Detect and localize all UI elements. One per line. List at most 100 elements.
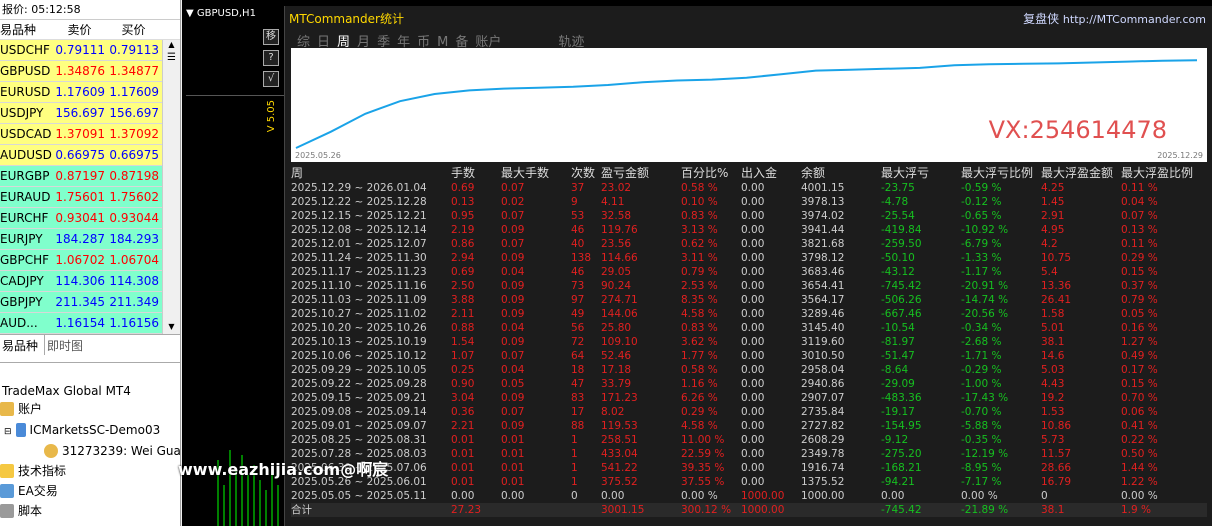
tab-symbols[interactable]: 易品种 (0, 335, 46, 355)
cell: 出入金 (741, 166, 778, 180)
cell: 0.90 (451, 378, 475, 390)
nav-account[interactable]: 31273239: Wei Gua (44, 441, 180, 461)
symbol-bid: 156.697 (55, 106, 105, 120)
cell: 0.00 (741, 392, 765, 404)
nav-indicators-label: 技术指标 (18, 464, 67, 478)
symbol-row[interactable]: GBPCHF 1.06702 1.06704 (0, 250, 162, 271)
nav-server[interactable]: ⊟ ICMarketsSC-Demo03 (4, 420, 160, 440)
scroll-up-icon[interactable]: ▲ (163, 40, 180, 52)
market-watch-header: 易品种 卖价 买价 (0, 20, 180, 40)
symbol-name: GBPJPY (0, 295, 43, 309)
help-button[interactable]: ? (263, 50, 279, 66)
cell: -4.78 (881, 196, 909, 208)
symbol-row[interactable]: EURUSD 1.17609 1.17609 (0, 82, 162, 103)
symbol-row[interactable]: CADJPY 114.306 114.308 (0, 271, 162, 292)
cell: 2025.10.13 ~ 2025.10.19 (291, 336, 427, 348)
nav-ea[interactable]: EA交易 (0, 481, 58, 501)
symbol-row[interactable]: AUD... 1.16154 1.16156 (0, 313, 162, 334)
menu-icon[interactable]: ☰ (163, 52, 180, 66)
symbol-row[interactable]: USDCAD 1.37091 1.37092 (0, 124, 162, 145)
table-row: 2025.12.01 ~ 2025.12.07 0.86 0.07 40 23.56 0.… (291, 237, 1207, 251)
symbol-bid: 184.287 (55, 232, 105, 246)
cell: 37 (571, 182, 585, 194)
col-ask[interactable]: 买价 (108, 20, 162, 39)
mt-brand[interactable]: 复盘侠 http://MTCommander.com (1023, 10, 1206, 27)
table-row: 2025.11.17 ~ 2025.11.23 0.69 0.04 46 29.05 0.… (291, 265, 1207, 279)
cell: 2.19 (451, 224, 475, 236)
cell: 2727.82 (801, 420, 845, 432)
symbol-row[interactable]: USDCHF 0.79111 0.79113 (0, 40, 162, 61)
cell: 64 (571, 350, 585, 362)
cell: -2.68 % (961, 336, 1002, 348)
symbol-bid: 0.93041 (55, 211, 105, 225)
cell: 最大浮亏比例 (961, 166, 1034, 180)
symbol-row[interactable]: EURAUD 1.75601 1.75602 (0, 187, 162, 208)
table-row: 2025.10.27 ~ 2025.11.02 2.11 0.09 49 144.06 4… (291, 307, 1207, 321)
table-row: 2025.11.10 ~ 2025.11.16 2.50 0.09 73 90.24 2.… (291, 279, 1207, 293)
col-bid[interactable]: 卖价 (54, 20, 108, 39)
table-row: 2025.09.08 ~ 2025.09.14 0.36 0.07 17 8.02 0.2… (291, 405, 1207, 419)
cell: 手数 (451, 166, 476, 180)
symbol-row[interactable]: AUDUSD 0.66975 0.66975 (0, 145, 162, 166)
cell: 0.88 (451, 322, 475, 334)
cell: 0.01 (451, 462, 475, 474)
move-button[interactable]: 移 (263, 29, 279, 45)
cell: 0.00 (741, 322, 765, 334)
cell: 0.05 (501, 378, 525, 390)
cell: 0.00 % (681, 490, 718, 502)
scroll-down-icon[interactable]: ▼ (163, 322, 180, 334)
nav-accounts[interactable]: 账户 (0, 399, 42, 419)
cell: 0.36 (451, 406, 475, 418)
cell: 5.01 (1041, 322, 1065, 334)
equity-plot: 2025.05.26 2025.12.29 VX:254614478 (291, 48, 1207, 162)
cell: 3001.15 (601, 504, 645, 516)
cell: -12.19 % (961, 448, 1009, 460)
cell: 171.23 (601, 392, 638, 404)
nav-indicators[interactable]: 技术指标 (0, 461, 66, 481)
symbol-name: EURAUD (0, 190, 51, 204)
cell: 46 (571, 224, 585, 236)
table-row: 2025.12.08 ~ 2025.12.14 2.19 0.09 46 119.76 3… (291, 223, 1207, 237)
nav-root[interactable]: TradeMax Global MT4 (2, 381, 131, 401)
cell: 1 (571, 434, 578, 446)
symbol-row[interactable]: EURJPY 184.287 184.293 (0, 229, 162, 250)
cell: 0.13 % (1121, 224, 1158, 236)
symbol-row[interactable]: GBPJPY 211.345 211.349 (0, 292, 162, 313)
cell: 2.21 (451, 420, 475, 432)
symbol-row[interactable]: EURCHF 0.93041 0.93044 (0, 208, 162, 229)
symbol-name: USDCAD (0, 127, 52, 141)
market-watch-scrollbar[interactable]: ▲ ☰ ▼ (162, 40, 180, 334)
table-row: 2025.10.13 ~ 2025.10.19 1.54 0.09 72 109.10 3… (291, 335, 1207, 349)
cell: 1.54 (451, 336, 475, 348)
nav-scripts[interactable]: 脚本 (0, 501, 42, 521)
cell: 2025.09.08 ~ 2025.09.14 (291, 406, 427, 418)
cell: 8.02 (601, 406, 625, 418)
cell: 541.22 (601, 462, 638, 474)
cell: 1916.74 (801, 462, 845, 474)
cell: 0.11 % (1121, 182, 1158, 194)
symbol-row[interactable]: EURGBP 0.87197 0.87198 (0, 166, 162, 187)
tab-tick-chart[interactable]: 即时图 (45, 335, 89, 355)
cell: 0.00 (881, 490, 905, 502)
cell: 33.79 (601, 378, 632, 390)
chart-window[interactable]: ▼ GBPUSD,H1 移 ? √ V 5.05 MTCommander统计 复… (182, 0, 1212, 526)
cell: 2025.05.05 ~ 2025.05.11 (291, 490, 427, 502)
col-symbol[interactable]: 易品种 (0, 20, 54, 39)
cell: 1 (571, 448, 578, 460)
brand-url[interactable]: http://MTCommander.com (1063, 13, 1206, 26)
server-icon (15, 423, 26, 437)
cell: 余额 (801, 166, 826, 180)
cell: 2025.11.10 ~ 2025.11.16 (291, 280, 427, 292)
cell: 37.55 % (681, 476, 725, 488)
confirm-button[interactable]: √ (263, 71, 279, 87)
cell: 最大浮盈比例 (1121, 166, 1194, 180)
cell: 4.11 (601, 196, 625, 208)
cell: 2025.12.01 ~ 2025.12.07 (291, 238, 427, 250)
cell: 90.24 (601, 280, 632, 292)
symbol-bid: 1.34876 (55, 64, 105, 78)
cell: 0.01 (451, 434, 475, 446)
symbol-row[interactable]: USDJPY 156.697 156.697 (0, 103, 162, 124)
cell: 138 (571, 252, 592, 264)
collapse-icon[interactable]: ⊟ (4, 427, 12, 437)
symbol-row[interactable]: GBPUSD 1.34876 1.34877 (0, 61, 162, 82)
